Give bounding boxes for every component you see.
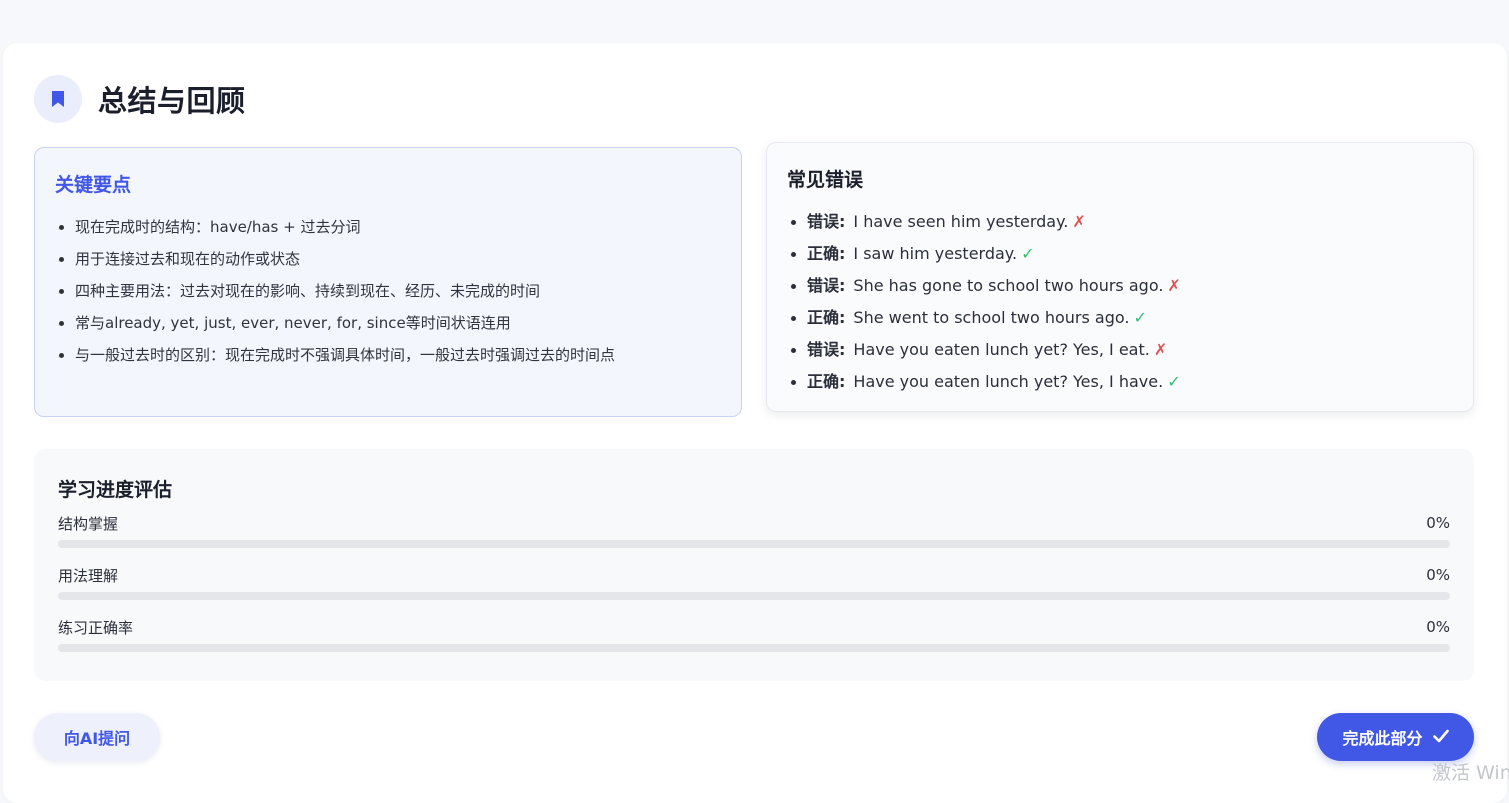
common-mistakes-title: 常见错误	[787, 169, 864, 191]
bookmark-icon	[34, 75, 82, 123]
correct-text: She went to school two hours ago.	[853, 308, 1130, 327]
progress-bar	[58, 540, 1450, 548]
list-item: 错误: She has gone to school two hours ago.…	[787, 270, 1453, 302]
correct-label: 正确:	[807, 244, 846, 263]
activation-watermark: 激活 Windows	[1432, 762, 1509, 784]
complete-section-button[interactable]: 完成此部分	[1317, 713, 1474, 761]
complete-label: 完成此部分	[1342, 729, 1423, 748]
mistake-text: Have you eaten lunch yet? Yes, I eat.	[853, 340, 1150, 359]
progress-value: 0%	[1426, 618, 1450, 636]
section-header: 总结与回顾	[34, 75, 246, 123]
cross-icon: ✗	[1153, 340, 1168, 359]
check-icon	[1432, 728, 1449, 747]
mistake-label: 错误:	[807, 276, 846, 295]
progress-row-structure: 结构掌握 0%	[58, 512, 1450, 548]
progress-assessment-panel: 学习进度评估 结构掌握 0% 用法理解 0% 练习正确率 0%	[34, 449, 1474, 681]
progress-bar	[58, 592, 1450, 600]
check-icon: ✓	[1167, 372, 1181, 391]
check-icon: ✓	[1133, 308, 1147, 327]
ask-ai-label: 向AI提问	[63, 729, 131, 748]
key-points-panel: 关键要点 现在完成时的结构：have/has + 过去分词 用于连接过去和现在的…	[34, 147, 742, 417]
progress-row-accuracy: 练习正确率 0%	[58, 616, 1450, 652]
common-mistakes-panel: 常见错误 错误: I have seen him yesterday. ✗ 正确: I…	[766, 142, 1474, 412]
cross-icon: ✗	[1167, 276, 1181, 295]
list-item: 与一般过去时的区别：现在完成时不强调具体时间，一般过去时强调过去的时间点	[55, 339, 721, 371]
page-title: 总结与回顾	[98, 84, 246, 118]
mistake-label: 错误:	[807, 340, 846, 359]
mistake-label: 错误:	[807, 212, 846, 231]
list-item: 用于连接过去和现在的动作或状态	[55, 243, 721, 275]
list-item: 错误: Have you eaten lunch yet? Yes, I eat.…	[787, 334, 1453, 366]
progress-value: 0%	[1426, 514, 1450, 532]
mistake-text: She has gone to school two hours ago.	[853, 276, 1164, 295]
cross-icon: ✗	[1072, 212, 1086, 231]
progress-row-usage: 用法理解 0%	[58, 564, 1450, 600]
list-item: 正确: She went to school two hours ago. ✓	[787, 302, 1453, 334]
progress-value: 0%	[1426, 566, 1450, 584]
mistake-text: I have seen him yesterday.	[853, 212, 1069, 231]
correct-label: 正确:	[807, 372, 846, 391]
list-item: 四种主要用法：过去对现在的影响、持续到现在、经历、未完成的时间	[55, 275, 721, 307]
progress-label: 结构掌握	[58, 514, 119, 533]
progress-bar	[58, 644, 1450, 652]
list-item: 正确: Have you eaten lunch yet? Yes, I have…	[787, 366, 1453, 398]
correct-text: I saw him yesterday.	[853, 244, 1018, 263]
list-item: 现在完成时的结构：have/has + 过去分词	[55, 211, 721, 243]
key-points-title: 关键要点	[55, 174, 132, 196]
check-icon: ✓	[1021, 244, 1035, 263]
progress-title: 学习进度评估	[58, 479, 173, 501]
summary-card: 总结与回顾 关键要点 现在完成时的结构：have/has + 过去分词 用于连接…	[3, 43, 1507, 803]
ask-ai-button[interactable]: 向AI提问	[34, 713, 160, 761]
list-item: 常与already, yet, just, ever, never, for, …	[55, 307, 721, 339]
list-item: 正确: I saw him yesterday. ✓	[787, 238, 1453, 270]
common-mistakes-list: 错误: I have seen him yesterday. ✗ 正确: I saw …	[787, 206, 1453, 398]
progress-label: 用法理解	[58, 566, 119, 585]
correct-text: Have you eaten lunch yet? Yes, I have.	[853, 372, 1164, 391]
progress-label: 练习正确率	[58, 618, 134, 637]
list-item: 错误: I have seen him yesterday. ✗	[787, 206, 1453, 238]
correct-label: 正确:	[807, 308, 846, 327]
key-points-list: 现在完成时的结构：have/has + 过去分词 用于连接过去和现在的动作或状态…	[55, 211, 721, 371]
